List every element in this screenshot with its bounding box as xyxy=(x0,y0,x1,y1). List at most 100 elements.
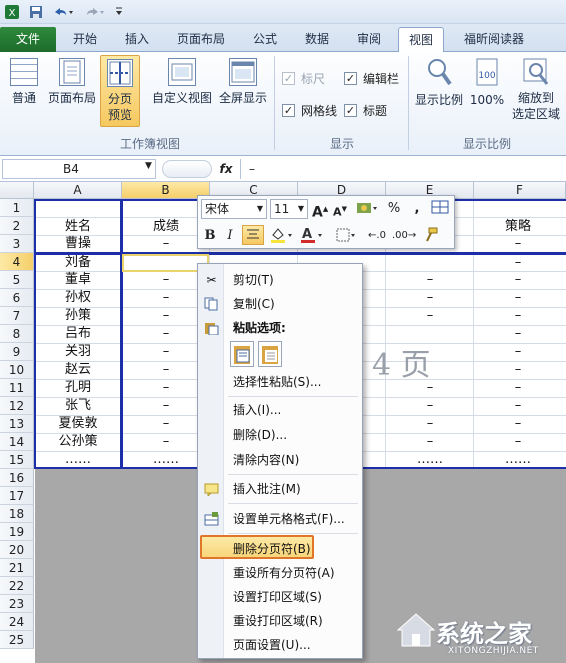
row-header[interactable]: 20 xyxy=(0,541,34,559)
formula-bar-checkbox[interactable]: ✓ 编辑栏 xyxy=(344,70,399,87)
tab-formulas[interactable]: 公式 xyxy=(242,27,288,52)
custom-views-button[interactable]: 自定义视图 xyxy=(150,58,214,106)
row-header[interactable]: 16 xyxy=(0,469,34,487)
cell-name[interactable]: 孔明 xyxy=(35,379,121,397)
cell-name[interactable]: 关羽 xyxy=(35,343,121,361)
tab-view[interactable]: 视图 xyxy=(398,27,444,53)
row-header[interactable]: 22 xyxy=(0,577,34,595)
full-screen-button[interactable]: 全屏显示 xyxy=(216,58,270,106)
ruler-checkbox[interactable]: ✓ 标尺 xyxy=(282,70,325,87)
row-header[interactable]: 3 xyxy=(0,235,34,253)
cell-dash[interactable]: – xyxy=(474,415,562,433)
cell-dash[interactable]: – xyxy=(386,397,474,415)
cell-dash[interactable]: – xyxy=(474,343,562,361)
row-header[interactable]: 21 xyxy=(0,559,34,577)
row-header[interactable]: 13 xyxy=(0,415,34,433)
row-header[interactable]: 4 xyxy=(0,253,34,271)
column-header-a[interactable]: A xyxy=(34,182,122,199)
cell-a2[interactable]: 姓名 xyxy=(35,218,121,236)
zoom-100-button[interactable]: 100 100% xyxy=(468,56,506,108)
formula-input[interactable]: – xyxy=(240,159,566,179)
cell-ellipsis[interactable]: …… xyxy=(474,451,562,469)
menu-item-reset-page-breaks[interactable]: 重设所有分页符(A) xyxy=(198,561,362,585)
cell-name[interactable]: 公孙策 xyxy=(35,433,121,451)
row-header[interactable]: 17 xyxy=(0,487,34,505)
cell-dash[interactable]: – xyxy=(474,289,562,307)
menu-item-delete-page-break[interactable]: 删除分页符(B) xyxy=(200,535,314,559)
tab-review[interactable]: 审阅 xyxy=(346,27,392,52)
gridlines-checkbox[interactable]: ✓ 网格线 xyxy=(282,102,337,119)
shrink-font-icon[interactable]: A▼ xyxy=(332,199,348,219)
cell-dash[interactable]: – xyxy=(386,433,474,451)
cell-dash[interactable]: – xyxy=(386,271,474,289)
cell-dash[interactable]: – xyxy=(386,289,474,307)
cell-ellipsis[interactable]: …… xyxy=(386,451,474,469)
row-header[interactable]: 25 xyxy=(0,631,34,649)
row-header[interactable]: 10 xyxy=(0,361,34,379)
insert-function-icon[interactable]: fx xyxy=(216,159,236,179)
cell-dash[interactable]: – xyxy=(474,235,562,253)
cell-dash[interactable]: – xyxy=(386,379,474,397)
cell-name[interactable]: 刘备 xyxy=(35,254,121,272)
row-header[interactable]: 23 xyxy=(0,595,34,613)
row-header[interactable]: 12 xyxy=(0,397,34,415)
row-header[interactable]: 1 xyxy=(0,199,34,217)
font-size-select[interactable]: 11 ▼ xyxy=(270,199,308,219)
accounting-format-icon[interactable] xyxy=(354,199,380,219)
menu-item-paste-special[interactable]: 选择性粘贴(S)... xyxy=(198,370,362,394)
name-box[interactable]: B4 ▼ xyxy=(2,159,156,179)
row-header[interactable]: 5 xyxy=(0,271,34,289)
cell-dash[interactable]: – xyxy=(474,397,562,415)
cell-dash[interactable]: – xyxy=(474,361,562,379)
tab-data[interactable]: 数据 xyxy=(294,27,340,52)
bold-button[interactable]: B xyxy=(202,226,218,246)
cell-name[interactable]: 赵云 xyxy=(35,361,121,379)
font-name-select[interactable]: 宋体 ▼ xyxy=(201,199,267,219)
cell-name[interactable]: 孙策 xyxy=(35,307,121,325)
cell-name[interactable]: 孙权 xyxy=(35,289,121,307)
cell-dash[interactable]: – xyxy=(386,307,474,325)
row-header[interactable]: 24 xyxy=(0,613,34,631)
menu-item-cut[interactable]: ✂ 剪切(T) xyxy=(198,268,362,292)
menu-item-clear-contents[interactable]: 清除内容(N) xyxy=(198,448,362,472)
cell-f2[interactable]: 策略 xyxy=(474,218,562,236)
grow-font-icon[interactable]: A▲ xyxy=(312,199,328,221)
normal-view-button[interactable]: 普通 xyxy=(4,58,44,106)
row-header[interactable]: 11 xyxy=(0,379,34,397)
customize-toolbar-icon[interactable] xyxy=(112,3,126,21)
format-cells-icon[interactable] xyxy=(430,199,450,219)
font-color-icon[interactable]: A xyxy=(298,226,326,246)
row-header[interactable]: 14 xyxy=(0,433,34,451)
paste-values-button[interactable] xyxy=(258,341,282,367)
tab-foxit-reader[interactable]: 福昕阅读器 xyxy=(452,27,536,52)
cell-dash[interactable]: – xyxy=(386,415,474,433)
page-layout-button[interactable]: 页面布局 xyxy=(46,58,98,106)
name-box-dropdown-icon[interactable]: ▼ xyxy=(145,161,152,171)
tab-file[interactable]: 文件 xyxy=(0,27,56,52)
paste-option-button[interactable] xyxy=(230,341,254,367)
select-all-corner[interactable] xyxy=(0,182,34,199)
row-header[interactable]: 19 xyxy=(0,523,34,541)
undo-icon[interactable] xyxy=(50,3,76,21)
cell-dash[interactable]: – xyxy=(474,325,562,343)
menu-item-insert-comment[interactable]: 插入批注(M) xyxy=(198,477,362,501)
headings-checkbox[interactable]: ✓ 标题 xyxy=(344,102,387,119)
menu-item-set-print-area[interactable]: 设置打印区域(S) xyxy=(198,585,362,609)
row-header[interactable]: 7 xyxy=(0,307,34,325)
cell-dash[interactable]: – xyxy=(474,254,562,272)
menu-item-page-setup[interactable]: 页面设置(U)... xyxy=(198,633,362,657)
tab-home[interactable]: 开始 xyxy=(62,27,108,52)
percent-style-button[interactable]: % xyxy=(386,199,402,219)
format-painter-icon[interactable] xyxy=(420,226,440,246)
formula-bar-expander[interactable] xyxy=(162,160,212,178)
cell-name[interactable]: 夏侯敦 xyxy=(35,415,121,433)
cell-name[interactable]: 曹操 xyxy=(35,235,121,253)
row-header[interactable]: 2 xyxy=(0,217,34,235)
menu-item-format-cells[interactable]: 设置单元格格式(F)... xyxy=(198,507,362,531)
italic-button[interactable]: I xyxy=(222,226,238,246)
cell-name[interactable]: …… xyxy=(35,451,121,469)
fill-color-icon[interactable] xyxy=(268,226,296,246)
cell-dash[interactable]: – xyxy=(474,271,562,289)
cell-dash[interactable]: – xyxy=(474,379,562,397)
menu-item-copy[interactable]: 复制(C) xyxy=(198,292,362,316)
